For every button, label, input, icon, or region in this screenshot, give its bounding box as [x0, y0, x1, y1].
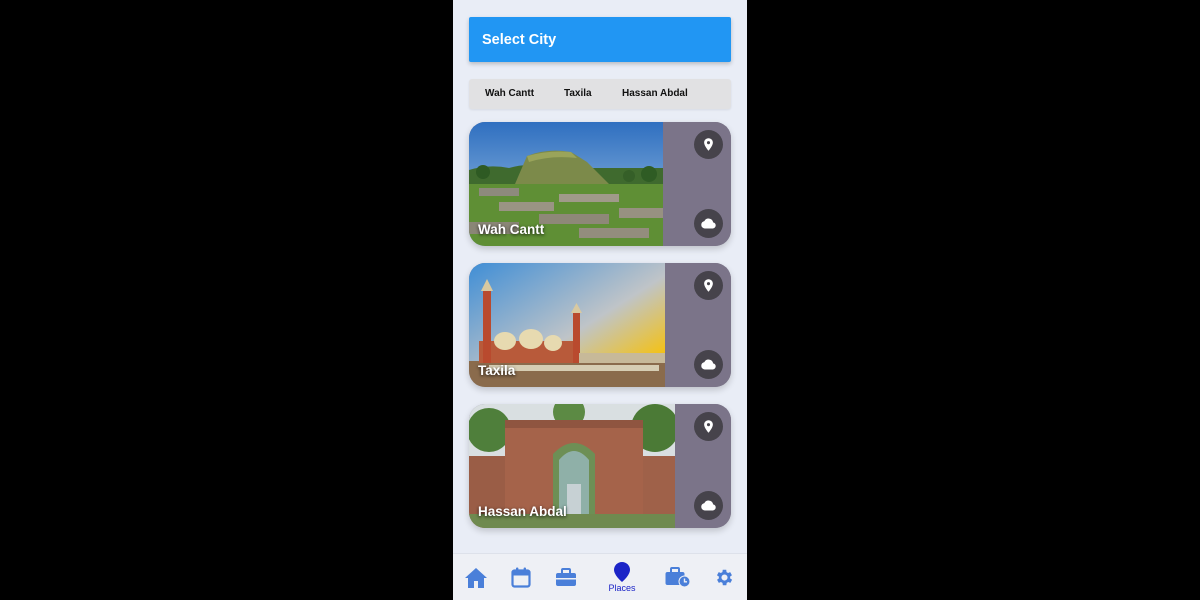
location-button[interactable] — [694, 412, 723, 441]
city-tabs: Wah Cantt Taxila Hassan Abdal — [469, 79, 731, 109]
nav-bookings[interactable] — [664, 554, 692, 600]
phone-screen: Select City Wah Cantt Taxila Hassan Abda… — [453, 0, 747, 600]
bottom-navigation: Places — [453, 553, 747, 600]
location-button[interactable] — [694, 130, 723, 159]
city-card-wah-cantt[interactable]: Wah Cantt — [469, 122, 731, 246]
nav-settings[interactable] — [710, 554, 738, 600]
calendar-icon — [511, 567, 531, 588]
card-title: Hassan Abdal — [478, 504, 567, 519]
card-title: Wah Cantt — [478, 222, 545, 237]
city-card-hassan-abdal[interactable]: Hassan Abdal — [469, 404, 731, 528]
home-icon — [465, 567, 487, 588]
weather-button[interactable] — [694, 209, 723, 238]
cloud-icon — [701, 218, 716, 229]
city-tab-taxila[interactable]: Taxila — [564, 79, 592, 109]
gear-icon — [716, 569, 732, 586]
location-button[interactable] — [694, 271, 723, 300]
nav-home[interactable] — [461, 554, 491, 600]
nav-places-label: Places — [608, 583, 636, 593]
city-tab-hassan-abdal[interactable]: Hassan Abdal — [622, 79, 688, 109]
briefcase-icon — [556, 568, 576, 586]
card-title: Taxila — [478, 363, 516, 378]
location-pin-icon — [704, 420, 713, 433]
location-pin-icon — [704, 279, 713, 292]
briefcase-clock-icon — [665, 567, 691, 588]
cloud-icon — [701, 500, 716, 511]
location-pin-icon — [704, 138, 713, 151]
nav-places[interactable]: Places — [601, 554, 643, 600]
select-city-header[interactable]: Select City — [469, 17, 731, 62]
map-pin-icon — [614, 562, 630, 582]
weather-button[interactable] — [694, 491, 723, 520]
nav-calendar[interactable] — [507, 554, 535, 600]
cloud-icon — [701, 359, 716, 370]
nav-trips[interactable] — [552, 554, 580, 600]
header-title: Select City — [482, 31, 557, 48]
city-card-taxila[interactable]: Taxila — [469, 263, 731, 387]
weather-button[interactable] — [694, 350, 723, 379]
city-tab-wah-cantt[interactable]: Wah Cantt — [485, 79, 534, 109]
